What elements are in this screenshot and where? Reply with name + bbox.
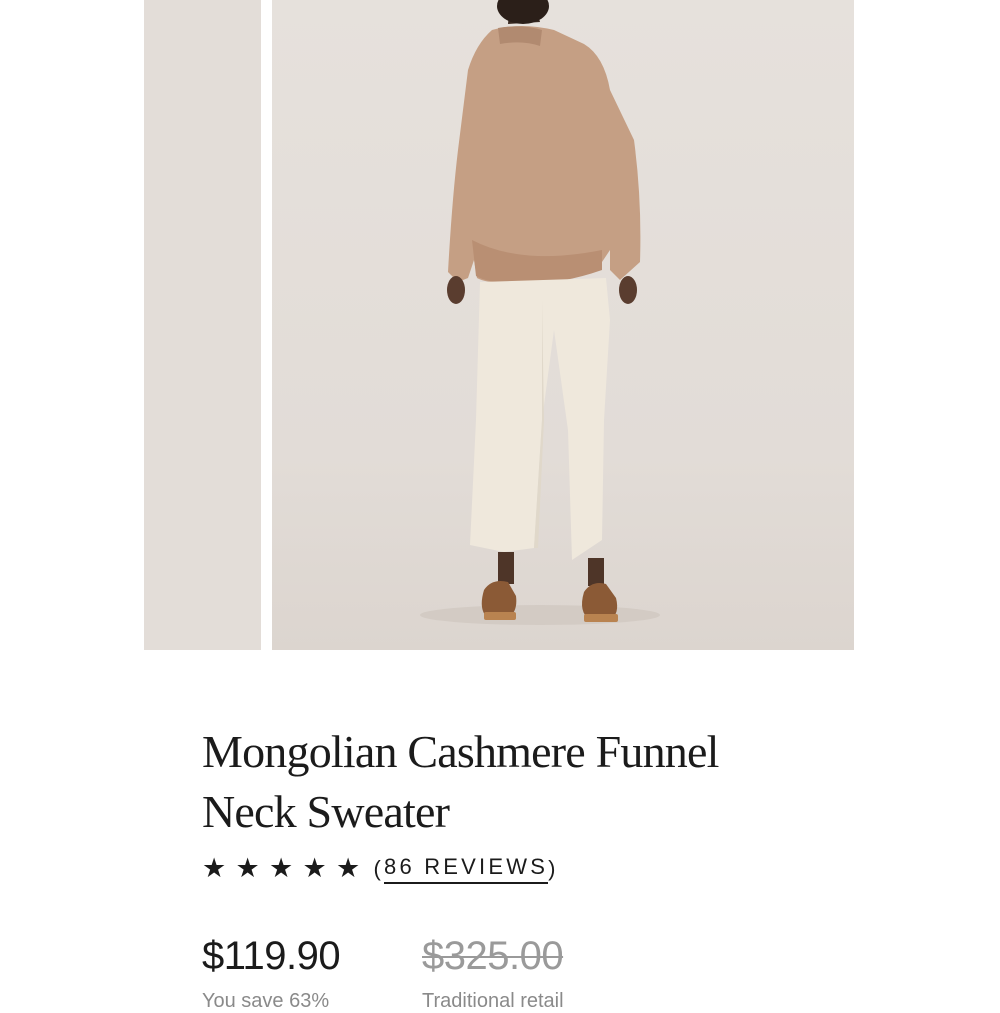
star-icon: ★: [202, 853, 227, 884]
open-paren: (: [373, 856, 385, 881]
traditional-retail-note: Traditional retail: [422, 990, 564, 1012]
star-icon: ★: [235, 853, 260, 884]
product-image-main[interactable]: [272, 0, 854, 650]
reviews-link[interactable]: 86 REVIEWS: [384, 854, 549, 884]
reviews-link-wrapper[interactable]: (86 REVIEWS): [374, 854, 559, 884]
star-icon: ★: [269, 853, 294, 884]
sale-price: $119.90: [202, 934, 341, 978]
star-icon: ★: [336, 853, 361, 884]
model-photo-illustration: [420, 0, 660, 625]
product-rating[interactable]: ★ ★ ★ ★ ★ (86 REVIEWS): [202, 852, 559, 886]
savings-note: You save 63%: [202, 990, 330, 1012]
original-price: $325.00: [422, 934, 564, 978]
product-gallery: [0, 0, 1000, 650]
star-icon: ★: [302, 853, 327, 884]
product-title: Mongolian Cashmere Funnel Neck Sweater: [202, 726, 719, 837]
close-paren: ): [548, 856, 559, 881]
product-image-thumbnail[interactable]: [144, 0, 261, 650]
